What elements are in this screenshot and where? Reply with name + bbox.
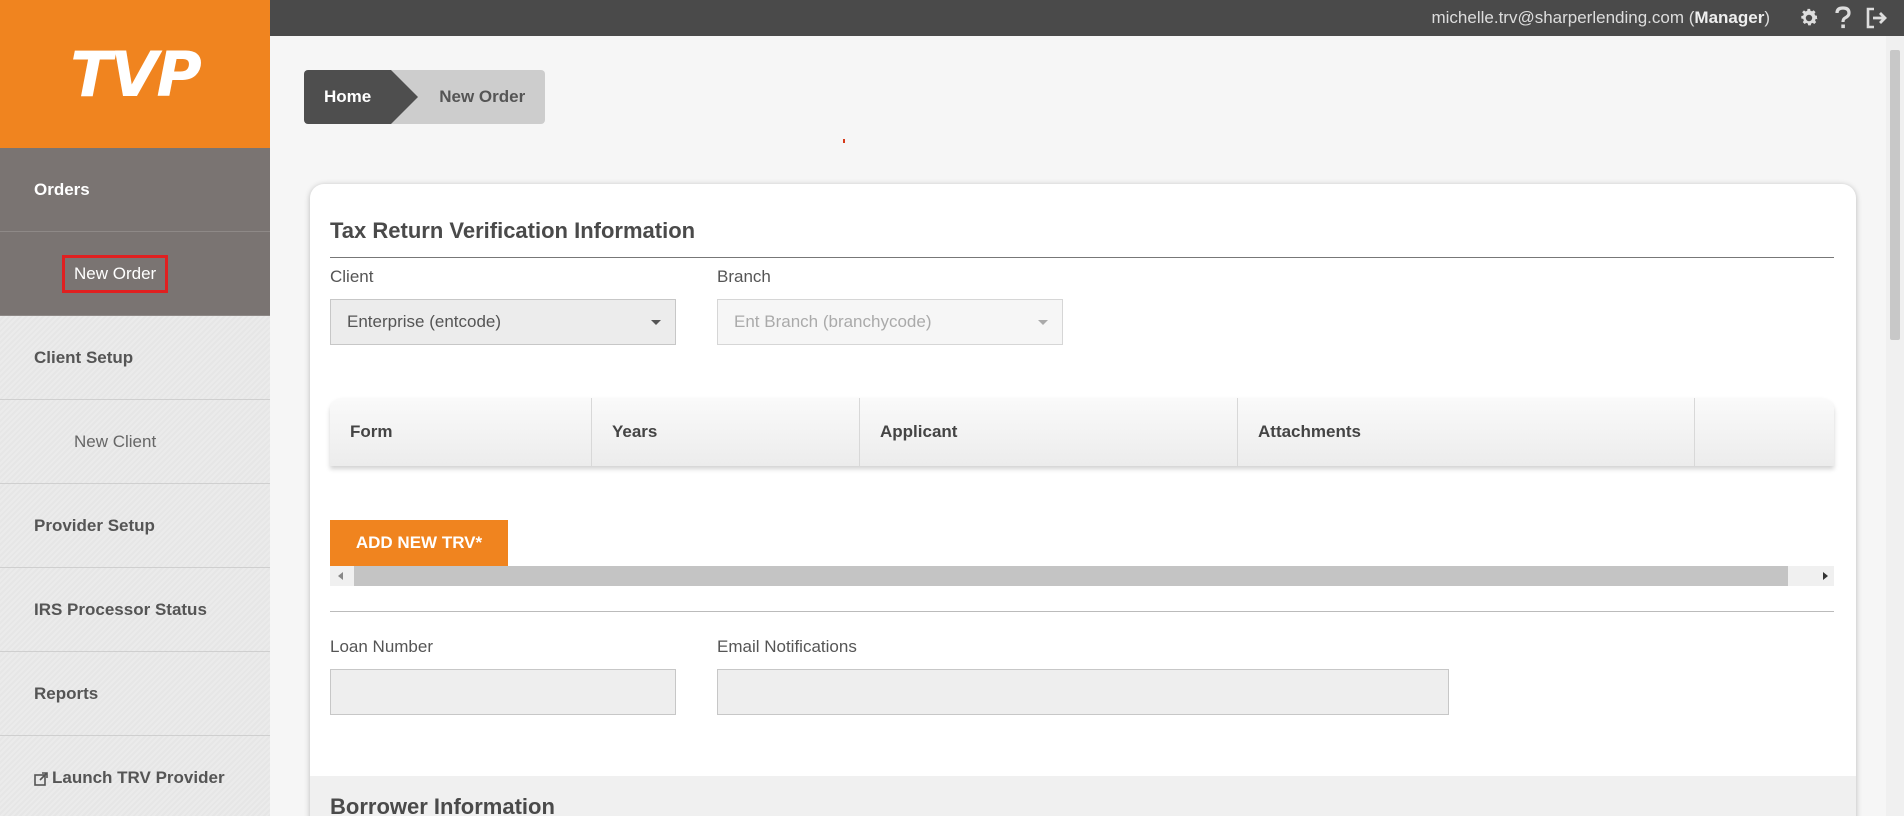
scroll-right-icon[interactable]	[1823, 572, 1828, 580]
loan-number-input[interactable]	[330, 669, 676, 715]
trv-table-header: Form Years Applicant Attachments	[330, 398, 1834, 466]
column-header-attachments[interactable]: Attachments	[1238, 398, 1695, 466]
sidebar-item-label: Launch TRV Provider	[52, 767, 225, 787]
sidebar: TVP Orders New Order Client Setup New Cl…	[0, 0, 270, 816]
help-icon[interactable]	[1830, 5, 1856, 31]
gear-icon[interactable]	[1796, 5, 1822, 31]
sidebar-item-label: Reports	[34, 683, 99, 703]
scrollbar-thumb[interactable]	[1890, 50, 1900, 340]
logo: TVP	[70, 37, 202, 111]
column-header-years[interactable]: Years	[592, 398, 860, 466]
sidebar-item-client-setup[interactable]: Client Setup	[0, 316, 270, 400]
column-header-actions	[1695, 398, 1834, 466]
horizontal-scrollbar[interactable]	[330, 566, 1834, 586]
breadcrumb-home[interactable]: Home	[304, 70, 419, 124]
email-notifications-input[interactable]	[717, 669, 1449, 715]
client-select-value: Enterprise (entcode)	[347, 312, 502, 331]
sidebar-item-label: Provider Setup	[34, 515, 155, 535]
divider	[330, 611, 1834, 612]
divider	[330, 257, 1834, 258]
client-label: Client	[330, 267, 374, 286]
sidebar-item-launch-trv-provider[interactable]: Launch TRV Provider	[0, 736, 270, 816]
sidebar-item-new-client[interactable]: New Client	[0, 400, 270, 484]
logo-area[interactable]: TVP	[0, 0, 270, 148]
sidebar-item-label: Client Setup	[34, 347, 134, 367]
loan-number-label: Loan Number	[330, 637, 434, 656]
user-email: michelle.trv@sharperlending.com	[1431, 8, 1685, 27]
column-header-applicant[interactable]: Applicant	[860, 398, 1238, 466]
chevron-down-icon	[651, 320, 661, 325]
top-bar: michelle.trv@sharperlending.com (Manager…	[270, 0, 1904, 36]
sidebar-item-new-order[interactable]: New Order	[0, 232, 270, 316]
order-form-card: Tax Return Verification Information Clie…	[310, 184, 1856, 816]
branch-select-value: Ent Branch (branchycode)	[734, 312, 932, 331]
column-header-form[interactable]: Form	[330, 398, 592, 466]
external-link-icon	[34, 771, 48, 786]
sidebar-item-label: New Order	[62, 254, 169, 293]
sidebar-item-label: IRS Processor Status	[34, 599, 207, 619]
add-new-trv-button[interactable]: ADD NEW TRV*	[330, 520, 508, 566]
user-role: Manager	[1694, 8, 1765, 27]
marker-dot	[843, 139, 845, 143]
sidebar-item-orders[interactable]: Orders	[0, 148, 270, 232]
sidebar-item-label: Orders	[34, 179, 90, 199]
client-select[interactable]: Enterprise (entcode)	[330, 299, 676, 345]
section-title: Tax Return Verification Information	[330, 218, 696, 243]
logout-icon[interactable]	[1864, 5, 1890, 31]
sidebar-item-reports[interactable]: Reports	[0, 652, 270, 736]
scrollbar-thumb[interactable]	[354, 566, 1788, 586]
borrower-section-title: Borrower Information	[330, 794, 555, 816]
scroll-left-icon[interactable]	[338, 572, 343, 580]
chevron-down-icon	[1038, 320, 1048, 325]
email-notifications-label: Email Notifications	[717, 637, 857, 656]
sidebar-item-irs-processor-status[interactable]: IRS Processor Status	[0, 568, 270, 652]
vertical-scrollbar[interactable]	[1886, 36, 1904, 816]
sidebar-item-label: New Client	[74, 431, 157, 451]
sidebar-item-provider-setup[interactable]: Provider Setup	[0, 484, 270, 568]
breadcrumb: Home New Order	[304, 70, 546, 124]
branch-label: Branch	[717, 267, 771, 286]
borrower-section: Borrower Information	[310, 776, 1856, 816]
branch-select[interactable]: Ent Branch (branchycode)	[717, 299, 1063, 345]
user-info: michelle.trv@sharperlending.com (Manager…	[1431, 8, 1770, 27]
